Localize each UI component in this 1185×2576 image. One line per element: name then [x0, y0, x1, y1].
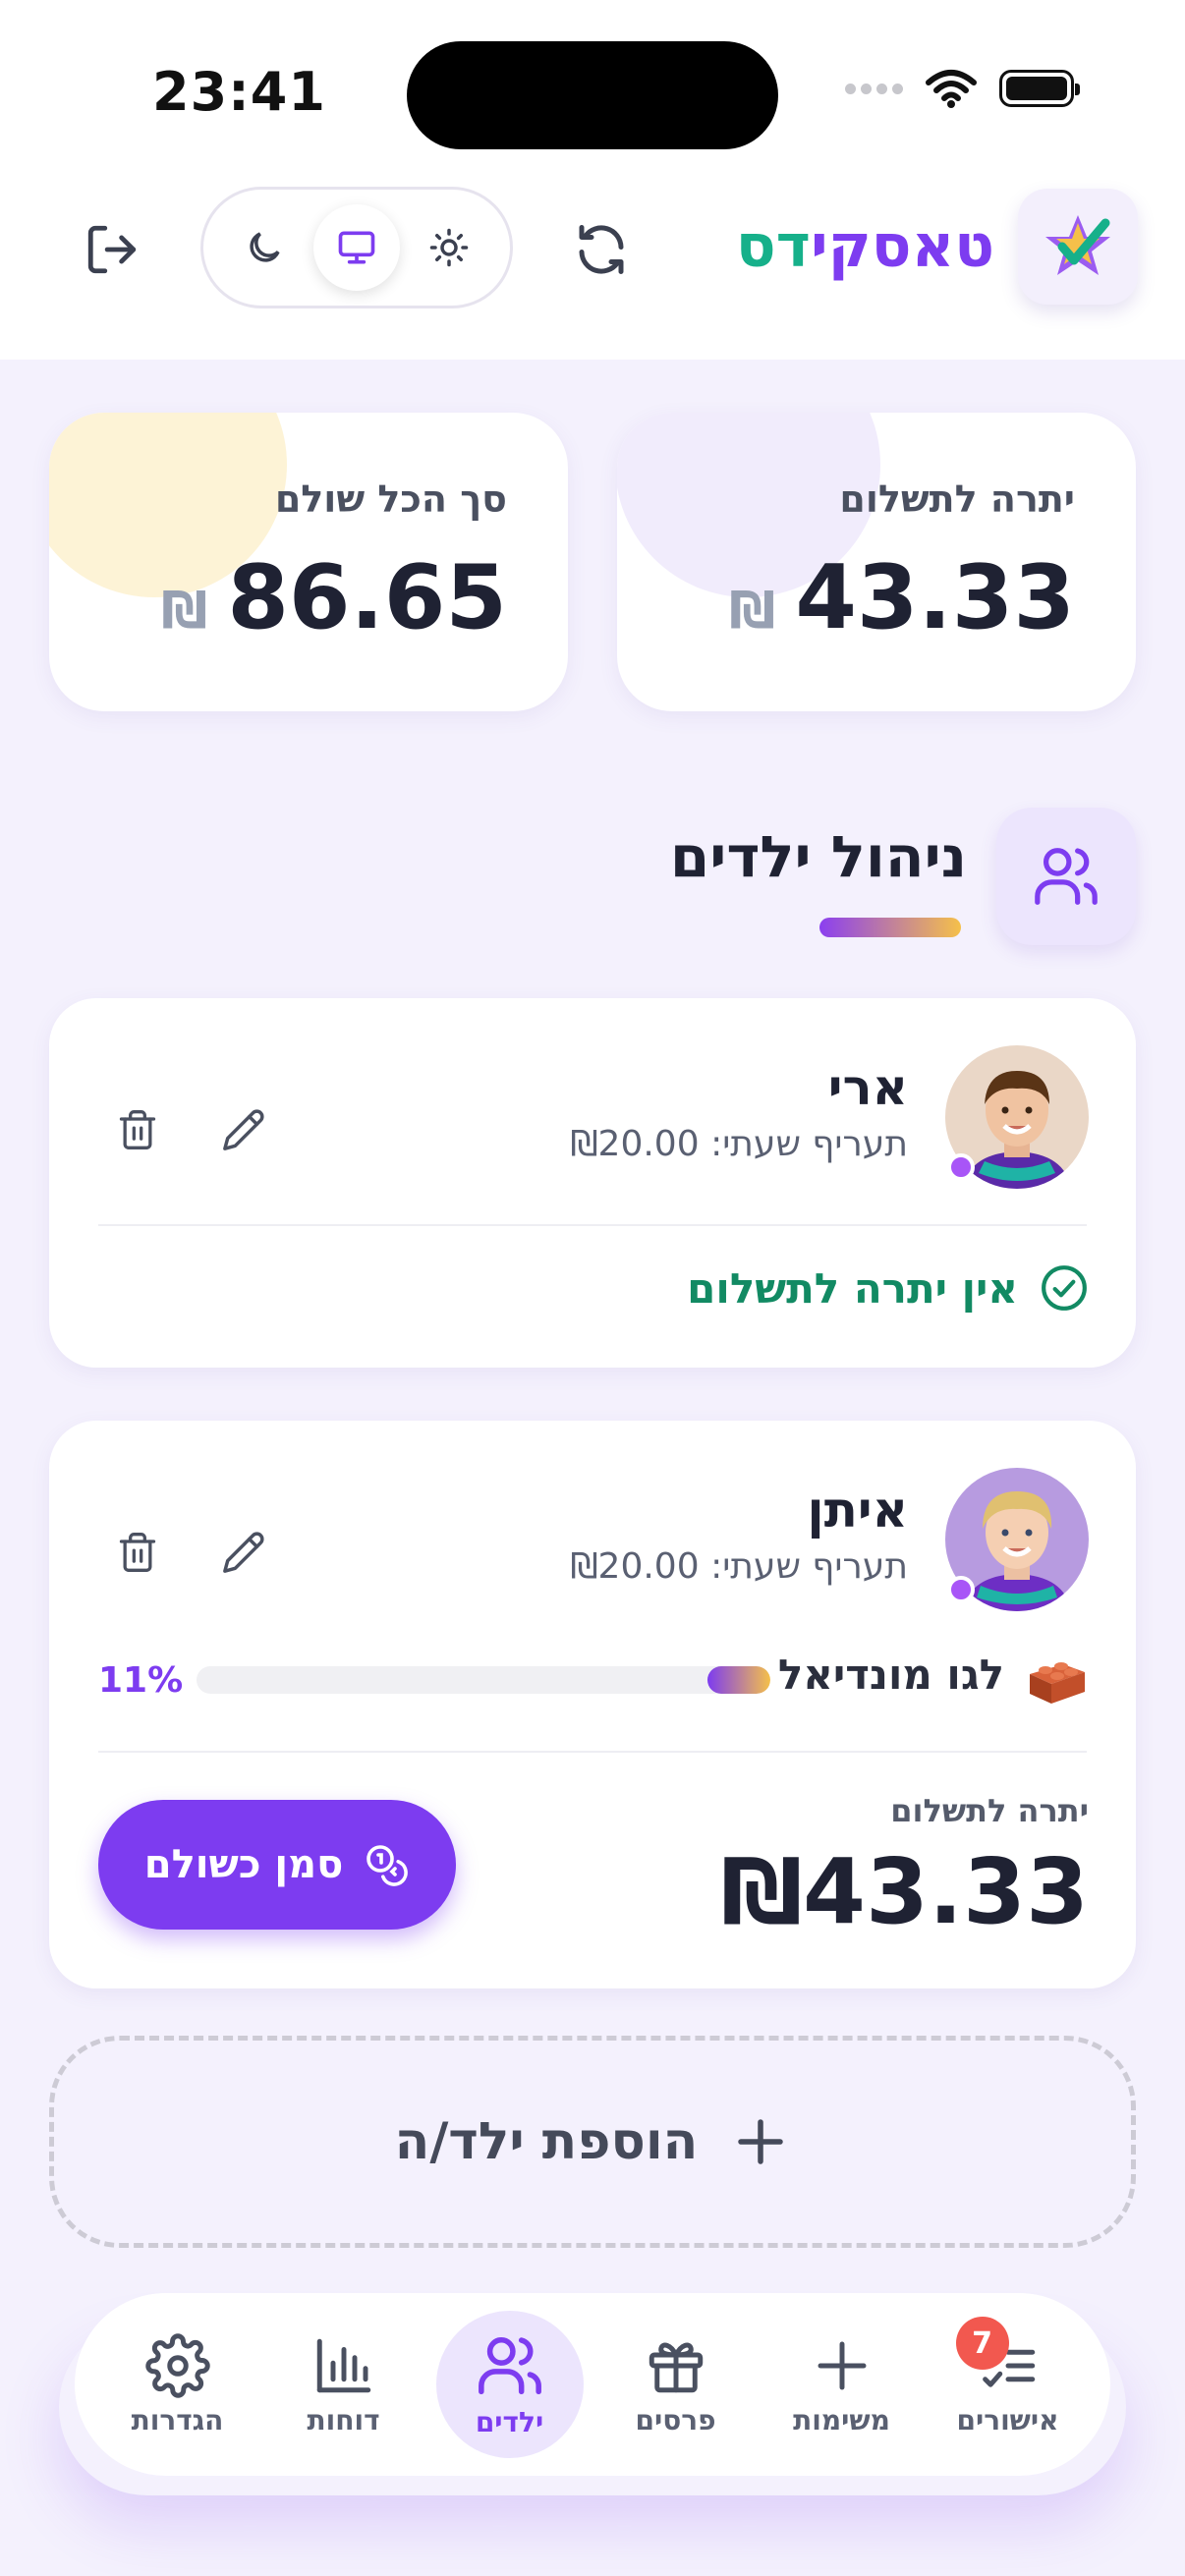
users-icon	[1035, 848, 1098, 905]
balance-due-label: יתרה לתשלום	[839, 477, 1075, 521]
nav-label: הגדרות	[131, 2403, 224, 2436]
currency-symbol: ₪	[729, 582, 776, 641]
child-hourly-rate: תעריף שעתי: ₪20.00	[570, 1546, 908, 1587]
approvals-count-badge: 7	[955, 2317, 1009, 2370]
monitor-icon	[338, 231, 375, 264]
total-paid-value-row: ₪ 86.65	[161, 546, 507, 649]
balance-due-value: 43.33	[795, 546, 1075, 649]
logout-button[interactable]	[69, 206, 155, 293]
pencil-icon	[223, 1109, 264, 1150]
plus-icon	[738, 2119, 784, 2164]
child-name: ארי	[827, 1059, 908, 1116]
moon-icon	[250, 232, 280, 262]
sun-icon	[429, 228, 469, 267]
bar-chart-icon	[316, 2338, 370, 2392]
lego-brick-icon	[1030, 1662, 1085, 1704]
section-title-underline	[819, 918, 961, 937]
child-card: איתן תעריף שעתי: ₪20.00 לגו מונדיאל 11% …	[49, 1421, 1136, 1988]
add-child-button[interactable]: הוספת ילד/ה	[49, 2036, 1136, 2248]
child-name: איתן	[807, 1482, 908, 1539]
edit-child-button[interactable]	[206, 1092, 281, 1167]
total-paid-label: סך הכל שולם	[274, 477, 507, 521]
nav-item-reports[interactable]: דוחות	[270, 2311, 418, 2458]
goal-label: לגו מונדיאל	[777, 1651, 1004, 1699]
brand-title-part1: טאסקי	[810, 212, 994, 281]
online-indicator	[947, 1153, 975, 1181]
edit-child-button[interactable]	[206, 1515, 281, 1590]
theme-light-option[interactable]	[406, 204, 492, 291]
currency-symbol: ₪	[161, 582, 208, 641]
brand-title-part2: דס	[735, 212, 811, 281]
dynamic-island	[407, 41, 778, 149]
no-balance-text: אין יתרה לתשלום	[687, 1263, 1018, 1313]
wifi-icon	[926, 70, 977, 108]
goal-progress-bar	[197, 1666, 770, 1694]
nav-item-approvals[interactable]: אישורים 7	[934, 2311, 1082, 2458]
add-child-label: הוספת ילד/ה	[394, 2112, 699, 2171]
section-icon-box	[996, 808, 1136, 945]
theme-dark-option[interactable]	[221, 204, 308, 291]
balance-due-value-row: ₪ 43.33	[729, 546, 1075, 649]
battery-icon	[999, 70, 1080, 107]
coins-icon	[367, 1845, 409, 1886]
nav-item-children[interactable]: ילדים	[435, 2311, 584, 2458]
trash-icon	[119, 1533, 156, 1572]
nav-label: ילדים	[475, 2405, 544, 2438]
nav-label: דוחות	[307, 2403, 380, 2436]
nav-item-tasks[interactable]: משימות	[768, 2311, 916, 2458]
app-logo[interactable]	[1018, 189, 1138, 305]
total-paid-card: סך הכל שולם ₪ 86.65	[49, 413, 568, 711]
star-check-logo-icon	[1045, 215, 1110, 275]
child-balance-label: יתרה לתשלום	[890, 1792, 1089, 1829]
online-indicator	[947, 1576, 975, 1603]
nav-item-settings[interactable]: הגדרות	[104, 2311, 252, 2458]
users-icon	[478, 2336, 541, 2394]
signal-icon	[845, 83, 903, 94]
total-paid-value: 86.65	[227, 546, 507, 649]
nav-label: אישורים	[956, 2403, 1059, 2436]
theme-switcher[interactable]	[200, 187, 513, 308]
refresh-icon	[579, 225, 624, 274]
mark-paid-button[interactable]: סמן כשולם	[98, 1800, 456, 1930]
delete-child-button[interactable]	[100, 1515, 175, 1590]
child-card: ארי תעריף שעתי: ₪20.00 אין יתרה לתשלום	[49, 998, 1136, 1368]
logout-icon	[87, 225, 137, 274]
nav-label: פרסים	[635, 2403, 716, 2436]
plus-icon	[818, 2341, 866, 2389]
gear-icon	[144, 2332, 210, 2398]
trash-icon	[119, 1110, 156, 1149]
bottom-nav: אישורים 7 משימות פרסים ילדים דוחות הגדרו…	[75, 2293, 1110, 2476]
pencil-icon	[223, 1532, 264, 1573]
balance-due-card: יתרה לתשלום ₪ 43.33	[617, 413, 1136, 711]
child-balance-value: ₪43.33	[720, 1839, 1089, 1944]
gift-icon	[649, 2342, 703, 2392]
no-balance-row: אין יתרה לתשלום	[687, 1263, 1089, 1313]
refresh-button[interactable]	[560, 208, 643, 291]
delete-child-button[interactable]	[100, 1092, 175, 1167]
goal-percent: 11%	[98, 1660, 184, 1701]
check-circle-icon	[1042, 1265, 1087, 1311]
status-icons	[845, 69, 1080, 108]
section-title: ניהול ילדים	[669, 823, 967, 890]
goal-prize-icon	[1024, 1647, 1089, 1709]
theme-system-option[interactable]	[313, 204, 400, 291]
child-hourly-rate: תעריף שעתי: ₪20.00	[570, 1124, 908, 1164]
brand-title: טאסקידס	[736, 212, 994, 281]
goal-progress-fill	[706, 1666, 770, 1694]
status-time: 23:41	[152, 61, 326, 123]
nav-label: משימות	[793, 2403, 890, 2436]
card-divider	[98, 1224, 1087, 1226]
nav-item-prizes[interactable]: פרסים	[602, 2311, 750, 2458]
mark-paid-label: סמן כשולם	[143, 1842, 344, 1887]
card-divider	[98, 1751, 1087, 1753]
